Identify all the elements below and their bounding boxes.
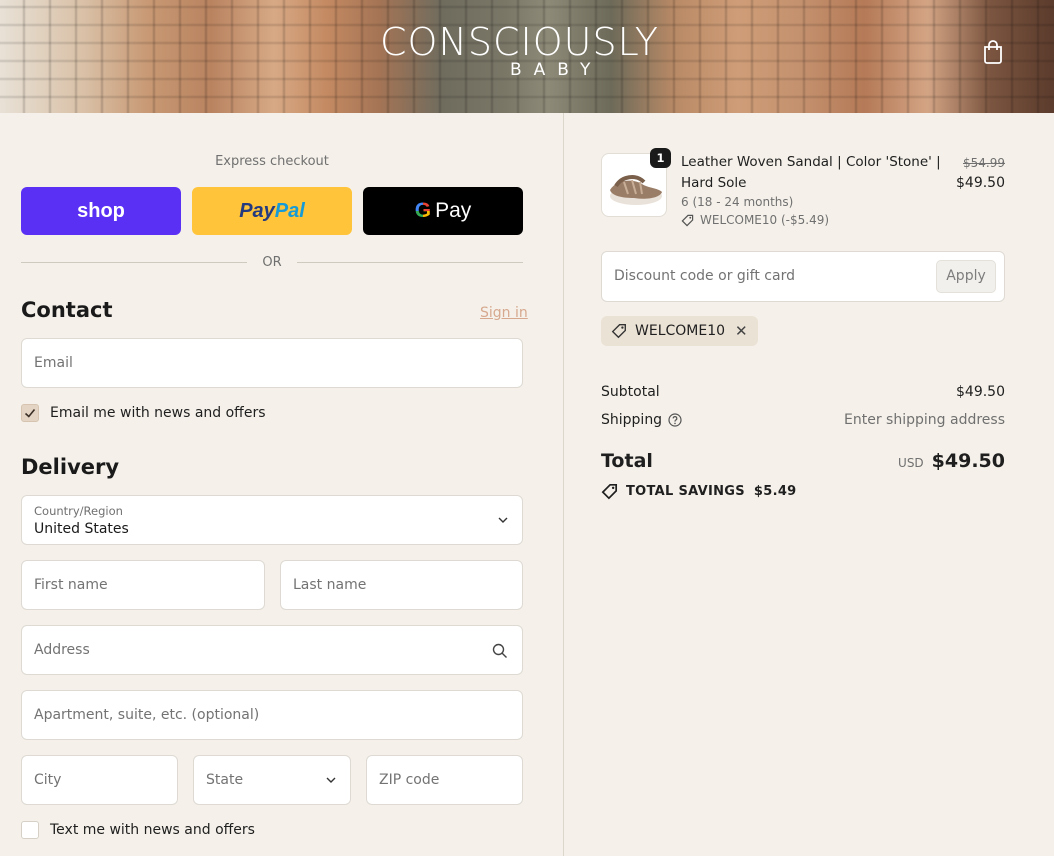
paypal-label-a: Pay [239,199,275,222]
delivery-title: Delivery [21,455,120,479]
shipping-label: Shipping [601,412,663,428]
or-divider: OR [21,254,523,272]
text-news-checkbox[interactable] [21,821,39,839]
product-discount-text: WELCOME10 (-$5.49) [700,213,830,227]
shop-pay-button[interactable]: shop [21,187,181,235]
country-label: Country/Region [34,504,123,518]
product-variant: 6 (18 - 24 months) [681,195,794,209]
remove-discount-icon[interactable]: ✕ [735,322,748,340]
applied-code-text: WELCOME10 [635,323,726,339]
email-field[interactable]: Email [21,338,523,388]
check-icon [24,408,36,418]
first-name-field[interactable]: First name [21,560,265,610]
quantity-badge: 1 [650,148,671,168]
email-news-checkbox[interactable] [21,404,39,422]
total-value: $49.50 [931,450,1005,472]
state-select[interactable]: State [193,755,351,805]
search-icon [492,643,507,658]
product-price: $49.50 [956,175,1005,191]
tag-icon [601,483,618,500]
total-amount: USD $49.50 [898,450,1005,472]
google-pay-button[interactable]: G Pay [363,187,523,235]
product-name: Leather Woven Sandal | Color 'Stone' | H… [681,154,941,191]
product-original-price: $54.99 [963,156,1005,170]
tag-icon [681,214,694,226]
total-savings: TOTAL SAVINGS $5.49 [601,483,797,500]
chevron-down-icon [326,777,336,783]
first-name-placeholder: First name [34,577,108,593]
express-checkout-title: Express checkout [215,154,329,169]
contact-title: Contact [21,298,113,322]
text-news-option[interactable]: Text me with news and offers [21,820,255,840]
city-field[interactable]: City [21,755,178,805]
shipping-value: Enter shipping address [844,412,1005,428]
paypal-button[interactable]: Pay Pal [192,187,352,235]
header-banner: CONSCIOUSLY BABY [0,0,1054,113]
applied-discount-chip: WELCOME10 ✕ [601,316,758,346]
sign-in-link[interactable]: Sign in [480,305,528,321]
last-name-placeholder: Last name [293,577,367,593]
or-line-right [297,262,523,263]
shopping-bag-icon[interactable] [982,40,1004,64]
last-name-field[interactable]: Last name [280,560,523,610]
google-pay-label: Pay [435,199,472,222]
address-field[interactable]: Address [21,625,523,675]
column-divider [563,113,564,856]
city-placeholder: City [34,772,62,788]
discount-placeholder: Discount code or gift card [614,268,795,284]
email-news-option[interactable]: Email me with news and offers [21,403,266,423]
total-currency: USD [898,456,924,470]
country-value: United States [34,521,129,537]
google-g-icon: G [414,199,432,222]
total-label: Total [601,450,653,472]
savings-label: TOTAL SAVINGS [626,484,745,499]
zip-field[interactable]: ZIP code [366,755,523,805]
email-placeholder: Email [34,355,73,371]
subtotal-label: Subtotal [601,384,660,400]
email-news-label: Email me with news and offers [50,405,266,421]
tag-icon [611,324,626,339]
savings-value: $5.49 [753,484,797,499]
subtotal-value: $49.50 [956,384,1005,400]
paypal-label-b: Pal [274,199,305,222]
apply-button[interactable]: Apply [936,260,996,293]
chevron-down-icon [498,517,508,523]
shop-pay-label: shop [77,199,125,222]
product-discount: WELCOME10 (-$5.49) [681,213,829,227]
address-placeholder: Address [34,642,90,658]
discount-code-field[interactable]: Discount code or gift card Apply [601,251,1005,302]
zip-placeholder: ZIP code [379,772,440,788]
help-icon[interactable] [668,413,682,427]
text-news-label: Text me with news and offers [50,822,255,838]
country-select[interactable]: Country/Region United States [21,495,523,545]
state-placeholder: State [206,772,244,788]
logo-main-text: CONSCIOUSLY [380,20,659,64]
apartment-field[interactable]: Apartment, suite, etc. (optional) [21,690,523,740]
store-logo[interactable]: CONSCIOUSLY BABY [380,20,659,80]
shipping-row: Shipping [601,412,682,428]
apartment-placeholder: Apartment, suite, etc. (optional) [34,707,260,723]
